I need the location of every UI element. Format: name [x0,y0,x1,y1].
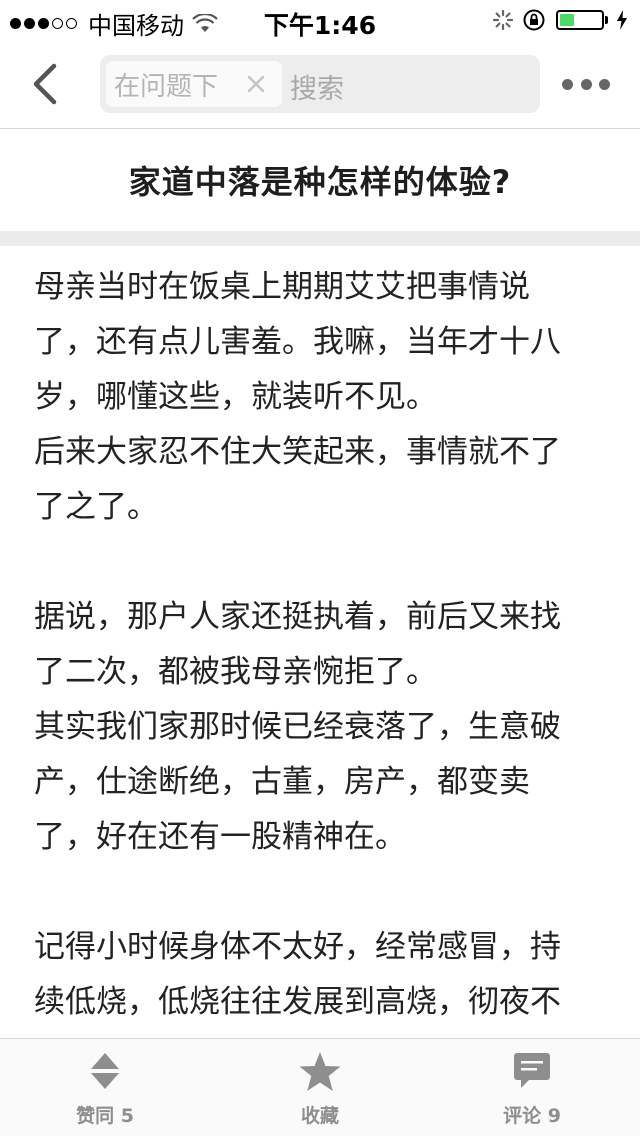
upvote-label: 赞同 5 [76,1105,134,1127]
answer-line: 据说，那户人家还挺执着，前后又来找 [34,599,561,635]
search-input[interactable]: 在问题下 搜索 [100,55,540,113]
answer-line: 产，仕途断绝，古董，房产，都变卖 [34,764,530,800]
answer-line: 记得小时候身体不太好，经常感冒，持 [34,929,561,965]
vote-arrows-icon [91,1053,119,1089]
battery-icon [556,10,604,30]
answer-body: 母亲当时在饭桌上期期艾艾把事情说 了，还有点儿害羞。我嘛，当年才十八 岁，哪懂这些，… [0,246,640,1038]
answer-line: 了，好在还有一股精神在。 [34,819,406,855]
chevron-left-icon [33,63,57,105]
answer-line: 其实我们家那时候已经衰落了，生意破 [34,709,561,745]
screen: 中国移动 下午1:46 在问题下 搜索 家道中落是种怎样的体验? 母亲当时在饭桌… [0,0,640,1136]
orientation-lock-icon [523,9,545,31]
favorite-label: 收藏 [300,1105,339,1127]
status-right [484,8,628,32]
charging-bolt-icon [617,10,627,30]
answer-line: 了之了。 [34,489,158,525]
upvote-button[interactable]: 赞同 5 [35,1039,175,1136]
comment-bubble-icon [514,1053,550,1088]
answer-line: 了，还有点儿害羞。我嘛，当年才十八 [34,324,561,360]
bottom-action-bar: 赞同 5 收藏 评论 9 [0,1038,640,1136]
answer-line: 续低烧，低烧往往发展到高烧，彻夜不 [34,984,561,1020]
answer-line: 了二次，都被我母亲惋拒了。 [34,654,437,690]
more-dot [580,78,592,90]
battery-tip [605,16,608,24]
question-title: 家道中落是种怎样的体验? [128,163,512,201]
more-dot [562,78,573,90]
answer-line: 岁，哪懂这些，就装听不见。 [34,379,437,415]
close-icon[interactable] [245,73,267,95]
star-icon [299,1052,341,1091]
search-scope-label: 在问题下 [114,71,219,102]
answer-text: 母亲当时在饭桌上期期艾艾把事情说 了，还有点儿害羞。我嘛，当年才十八 岁，哪懂这些，… [34,260,614,1030]
more-dot [599,78,610,90]
status-bar: 中国移动 下午1:46 [0,0,640,40]
comment-label: 评论 9 [503,1105,561,1127]
search-scope-chip[interactable]: 在问题下 [106,61,282,107]
answer-line: 后来大家忍不住大笑起来，事情就不了 [34,434,561,470]
back-button[interactable] [26,60,66,108]
nav-bar: 在问题下 搜索 [0,40,640,129]
section-divider [0,231,640,246]
favorite-button[interactable]: 收藏 [250,1039,390,1136]
answer-line: 母亲当时在饭桌上期期艾艾把事情说 [34,269,530,305]
comment-button[interactable]: 评论 9 [462,1039,602,1136]
activity-spinner-icon [492,9,514,31]
battery-level-fill [560,14,574,26]
question-header[interactable]: 家道中落是种怎样的体验? [0,129,640,231]
more-button[interactable] [562,74,610,94]
search-placeholder: 搜索 [290,74,344,105]
